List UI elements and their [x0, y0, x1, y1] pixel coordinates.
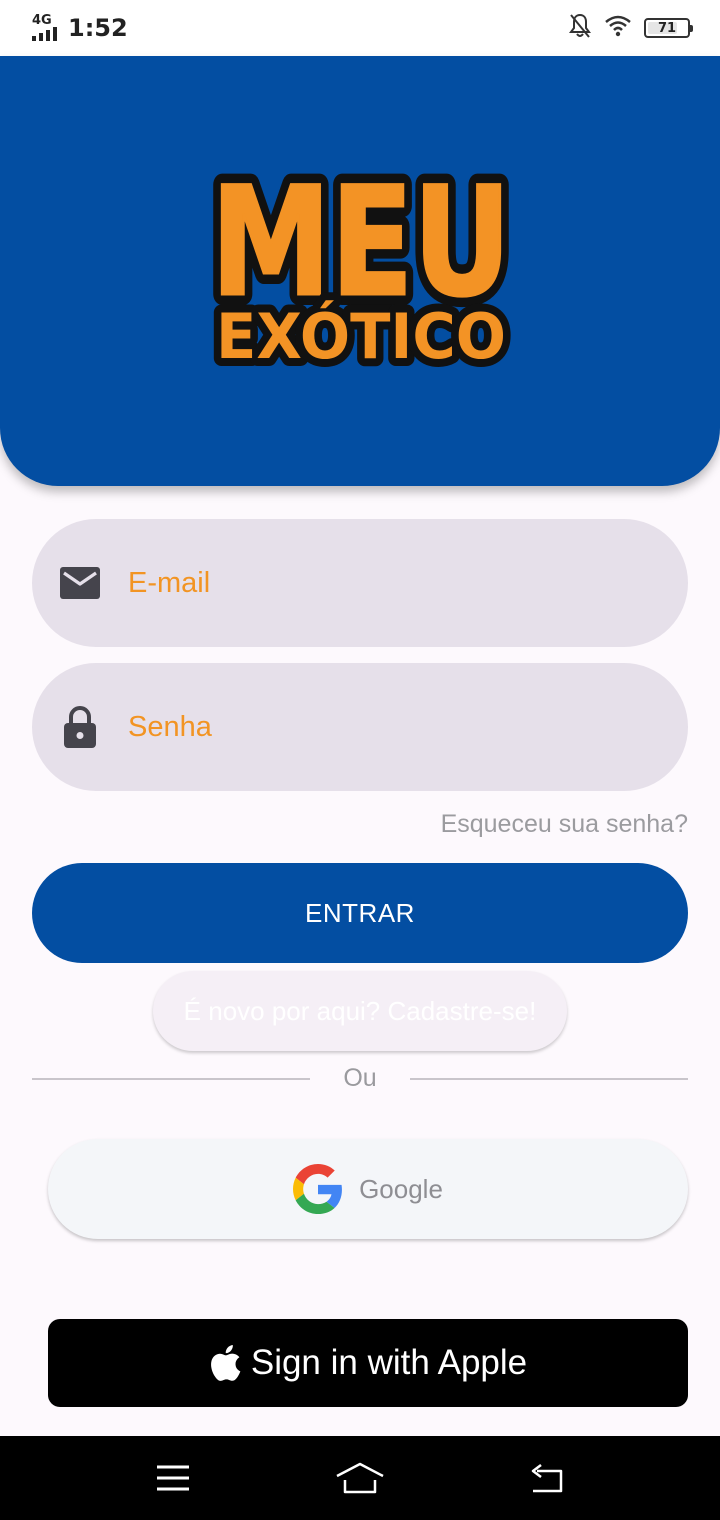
password-field[interactable]: [32, 663, 688, 791]
network-type: 4G: [32, 13, 52, 28]
apple-label: Sign in with Apple: [250, 1343, 528, 1382]
lock-icon: [60, 706, 100, 748]
apple-icon: [210, 1345, 241, 1381]
google-label: Google: [359, 1173, 443, 1204]
enter-button[interactable]: ENTRAR: [32, 863, 688, 963]
password-input[interactable]: [128, 710, 608, 744]
menu-icon[interactable]: [133, 1448, 213, 1508]
google-signin-button[interactable]: Google: [48, 1139, 688, 1239]
logo-text-exotico: EXÓTICO: [216, 300, 506, 373]
mail-icon: [60, 563, 100, 603]
apple-signin-button[interactable]: Sign in with Apple: [48, 1319, 688, 1407]
status-right: 71: [568, 13, 693, 44]
back-icon[interactable]: [507, 1448, 587, 1508]
silent-notification-icon: [568, 13, 592, 44]
app-logo: MEU MEU EXÓTICO EXÓTICO: [200, 166, 522, 376]
system-nav-bar: [0, 1436, 720, 1520]
status-left: 4G 1:52: [30, 13, 128, 43]
header-banner: MEU MEU EXÓTICO EXÓTICO: [0, 56, 720, 486]
battery-icon: 71: [644, 18, 693, 38]
home-icon[interactable]: [320, 1448, 400, 1508]
email-input[interactable]: [128, 566, 608, 600]
divider-line-right: [410, 1078, 688, 1080]
clock: 1:52: [68, 14, 128, 42]
divider-line-left: [32, 1078, 310, 1080]
wifi-icon: [604, 15, 632, 42]
signup-button[interactable]: É novo por aqui? Cadastre-se!: [153, 971, 567, 1051]
email-field[interactable]: [32, 519, 688, 647]
forgot-password-link[interactable]: Esqueceu sua senha?: [441, 810, 688, 839]
status-bar: 4G 1:52 71: [0, 0, 720, 56]
divider-label: Ou: [343, 1064, 377, 1092]
signal-icon: 4G: [30, 13, 62, 43]
login-screen: 4G 1:52 71 MEU MEU EXÓTICO EXÓTICO E-mai…: [0, 0, 720, 1520]
battery-level: 71: [657, 20, 677, 36]
google-icon: [293, 1164, 343, 1214]
